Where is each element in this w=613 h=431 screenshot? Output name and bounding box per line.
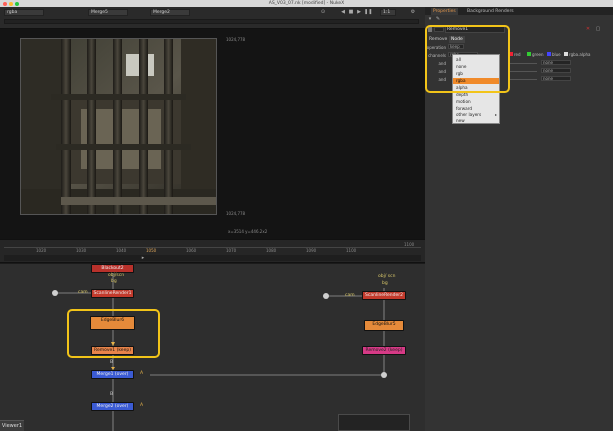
input-a-select[interactable]: Merge5 [88, 9, 128, 16]
frame-field-icon[interactable]: ▸ [140, 255, 146, 261]
and-channel-select-1[interactable]: none [541, 60, 571, 65]
timeline-tick: 1030 [76, 248, 87, 253]
panel-menu-icon[interactable]: ▾ [427, 16, 433, 22]
node-merge1[interactable]: Merge1 (over) [91, 370, 134, 379]
node-scanlinerender1[interactable]: ScanlineRender1 [91, 289, 134, 298]
close-panels-icon[interactable]: ✕ [585, 26, 591, 32]
play-icon[interactable]: ▶ [356, 9, 362, 15]
viewer-gain-bar[interactable] [4, 19, 419, 24]
input-label-objscn: obj/scn [108, 273, 125, 278]
viewer-toolbar: rgba Merge5 Merge2 1:1 ◀ ■ ▶ ❚❚ ⊙ ⚙ [0, 7, 425, 29]
panel-tab-bar: Properties Background Renders [425, 7, 613, 15]
prison-bars-image [21, 39, 216, 214]
submenu-chevron-icon: ▸ [495, 112, 498, 117]
viewer-format-bottomright: 1024,778 [226, 211, 246, 216]
zoom-select[interactable]: 1:1 [380, 9, 396, 16]
highlight-box-nodes [67, 309, 160, 358]
timeline-tick: 1060 [186, 248, 197, 253]
node-blackout[interactable]: Blackout2 [91, 264, 134, 273]
and-checks-2[interactable] [509, 69, 537, 72]
timeline-end-frame: 1100 [404, 242, 415, 247]
stop-icon[interactable]: ■ [348, 9, 354, 15]
blue-label: blue [552, 52, 561, 57]
timeline-tick: 1020 [36, 248, 47, 253]
node-edgeblur5[interactable]: EdgeBlur5 [364, 320, 404, 331]
input-label-a2: A [140, 403, 144, 408]
alpha-checkbox[interactable] [564, 52, 568, 56]
timeline-tick: 1040 [116, 248, 127, 253]
timeline-current-frame: 1050 [146, 248, 157, 253]
timeline[interactable]: 1020 1030 1040 1050 1060 1070 1080 1090 … [0, 239, 425, 263]
green-checkbox[interactable] [527, 52, 531, 56]
title-bar: AS_V03_07.nk [modified] - NukeX [0, 0, 613, 7]
tab-properties[interactable]: Properties [431, 8, 458, 15]
viewer-image [20, 38, 217, 215]
viewer-format-topright: 1024,778 [226, 37, 246, 42]
and-checks-1[interactable] [509, 61, 537, 64]
float-panel-icon[interactable]: ▢ [595, 26, 601, 32]
input-label-cam-right: cam [345, 293, 355, 298]
node-merge2[interactable]: Merge2 (over) [91, 402, 134, 411]
tab-viewer1[interactable]: Viewer1 [0, 420, 24, 431]
input-label-bg-right: bg [382, 281, 388, 286]
and-channel-select-2[interactable]: none [541, 68, 571, 73]
and-channel-select-3[interactable]: none [541, 76, 571, 81]
green-label: green [532, 52, 544, 57]
node-remove2[interactable]: Remove2 (keep) [362, 346, 406, 355]
playback-controls[interactable] [4, 255, 421, 261]
pin-icon[interactable]: ✎ [435, 16, 441, 22]
menu-item-motion[interactable]: motion [453, 99, 499, 105]
pause-icon[interactable]: ❚❚ [364, 9, 372, 15]
input-label-a: A [140, 371, 144, 376]
viewer-status-readout: x=3514 y=446.2x2 [228, 229, 268, 234]
play-backward-icon[interactable]: ◀ [340, 9, 346, 15]
node-graph-minimap[interactable] [338, 414, 410, 431]
input-label-b: B [110, 360, 114, 365]
timeline-tick: 1070 [226, 248, 237, 253]
timeline-tick: 1080 [266, 248, 277, 253]
node-graph[interactable]: Blackout2 obj/scn bg cam ScanlineRender1… [0, 264, 425, 431]
settings-icon[interactable]: ⚙ [410, 9, 416, 15]
highlight-box-panel [425, 25, 510, 93]
lock-icon[interactable]: ⊙ [320, 9, 326, 15]
node-scanlinerender2[interactable]: ScanlineRender2 [362, 291, 406, 300]
menu-item-new[interactable]: new [453, 118, 499, 124]
channel-mode-select[interactable]: rgba [4, 9, 44, 16]
tab-background-renders[interactable]: Background Renders [465, 8, 516, 15]
input-label-b2: B [110, 392, 114, 397]
timeline-tick: 1100 [346, 248, 357, 253]
red-label: red [514, 52, 521, 57]
alpha-label: rgba.alpha [569, 52, 591, 57]
timeline-tick: 1090 [306, 248, 317, 253]
input-label-bg: bg [111, 279, 117, 284]
input-label-objscn-right: obj/ scn [378, 274, 396, 279]
input-b-select[interactable]: Merge2 [150, 9, 190, 16]
blue-checkbox[interactable] [547, 52, 551, 56]
and-checks-3[interactable] [509, 77, 537, 80]
timeline-ruler[interactable] [4, 242, 421, 248]
input-label-cam: cam [78, 290, 88, 295]
window-title: AS_V03_07.nk [modified] - NukeX [268, 1, 345, 6]
